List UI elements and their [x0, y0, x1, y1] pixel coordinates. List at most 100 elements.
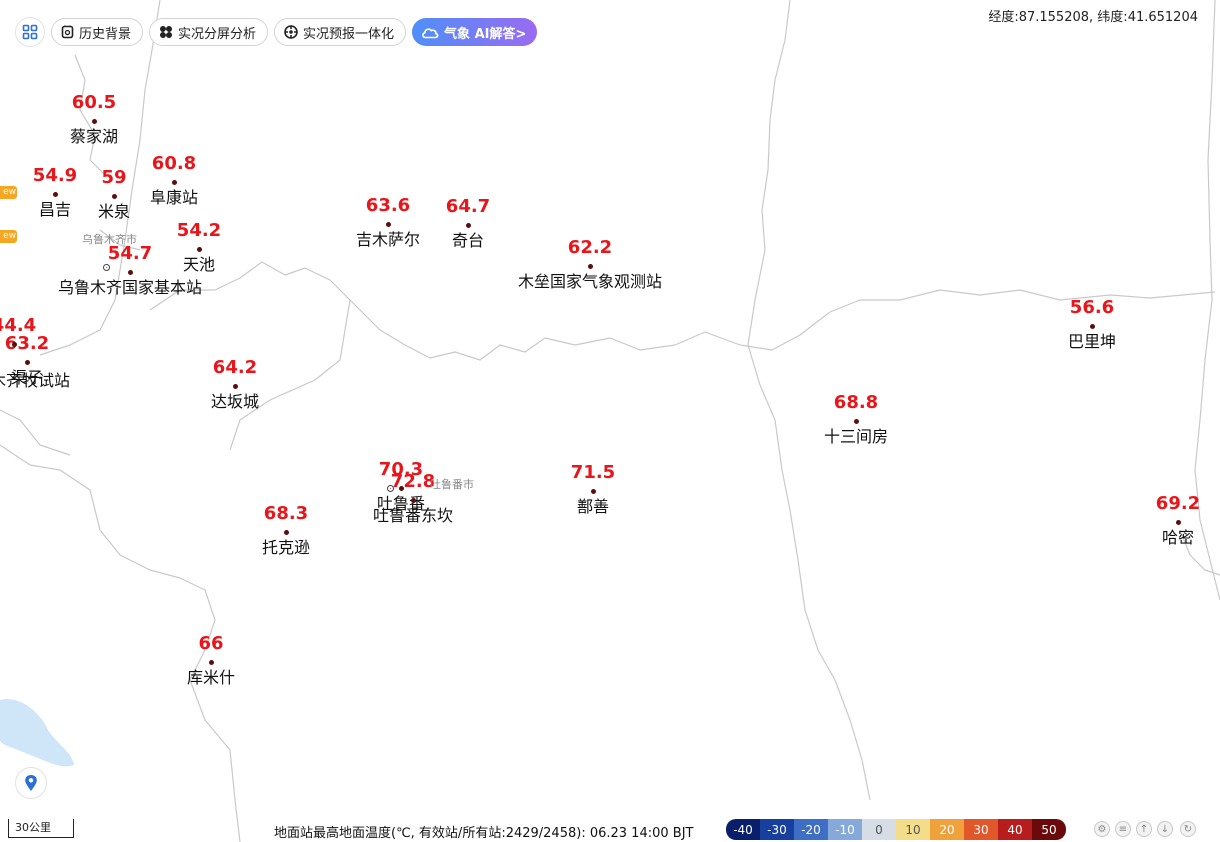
boundary-line [0, 409, 71, 456]
station-name: 木垒国家气象观测站 [517, 272, 663, 291]
station-name: 乌鲁木齐牧试站 [0, 371, 71, 390]
station-value: 63.6 [365, 195, 411, 216]
map-canvas[interactable] [0, 0, 1220, 842]
legend-segment: -40 [726, 819, 760, 840]
settings-icon[interactable]: ⚙ [1094, 821, 1110, 837]
layers-icon[interactable]: ≡ [1115, 821, 1131, 837]
latitude-value: 41.651204 [1127, 10, 1198, 25]
forecast-integration-button[interactable]: 实况预报一体化 [274, 18, 407, 46]
station-value: 54.7 [107, 243, 153, 264]
station-name: 乌鲁木齐国家基本站 [57, 278, 203, 297]
history-background-button[interactable]: 历史背景 [51, 18, 144, 46]
station-dot [283, 529, 289, 535]
station-dot [385, 221, 391, 227]
scale-bar: 30公里 [8, 819, 74, 838]
station-dot [24, 359, 30, 365]
button-label: 气象 AI解答> [444, 26, 527, 42]
station-name: 十三间房 [823, 427, 889, 446]
station-value: 62.2 [567, 237, 613, 258]
station-name: 托克逊 [261, 538, 311, 557]
station-dot [91, 118, 97, 124]
station-value: 72.8 [390, 471, 436, 492]
station-value: 59 [101, 167, 127, 188]
station-name: 吉木萨尔 [355, 230, 421, 249]
station-dot [52, 191, 58, 197]
station-name: 达坂城 [210, 392, 260, 411]
legend-segment: 20 [930, 819, 964, 840]
station-dot [590, 488, 596, 494]
legend-segment: -10 [828, 819, 862, 840]
cloud-icon [422, 27, 439, 38]
station-value: 60.8 [151, 153, 197, 174]
station-value: 68.3 [263, 503, 309, 524]
legend-segment: -30 [760, 819, 794, 840]
legend-segment: -20 [794, 819, 828, 840]
city-marker-icon [387, 485, 394, 492]
city-marker-icon [103, 264, 110, 271]
station-value: 44.4 [0, 315, 37, 336]
station-dot [127, 269, 133, 275]
history-icon [61, 25, 74, 39]
station-dot [208, 659, 214, 665]
city-label-urumqi: 乌鲁木齐市 [82, 233, 137, 246]
longitude-label: 经度: [988, 10, 1019, 25]
refresh-icon[interactable]: ↻ [1180, 821, 1196, 837]
legend-segment: 10 [896, 819, 930, 840]
station-value: 60.5 [71, 92, 117, 113]
station-value: 56.6 [1069, 297, 1115, 318]
station-dot [853, 418, 859, 424]
legend-segment: 0 [862, 819, 896, 840]
location-pin-icon [25, 775, 37, 791]
station-dot [465, 222, 471, 228]
station-value: 64.2 [212, 357, 258, 378]
play-icon[interactable]: ↑ [1136, 821, 1152, 837]
station-dot [232, 383, 238, 389]
lake [0, 699, 74, 767]
station-name: 奇台 [451, 231, 485, 250]
map-caption: 地面站最高地面温度(℃, 有效站/所有站:2429/2458): 06.23 1… [274, 826, 694, 841]
edge-tag[interactable]: ew [0, 230, 17, 243]
station-name: 蔡家湖 [69, 127, 119, 146]
station-value: 69.2 [1155, 493, 1201, 514]
station-value: 64.7 [445, 196, 491, 217]
station-value: 71.5 [570, 462, 616, 483]
boundary-line [149, 261, 1216, 361]
longitude-value: 87.155208 [1018, 10, 1090, 25]
legend-segment: 50 [1032, 819, 1066, 840]
station-dot [111, 193, 117, 199]
download-icon[interactable]: ↓ [1157, 821, 1173, 837]
top-toolbar: 历史背景 实况分屏分析 实况预报一体化 气象 AI解答> [15, 17, 538, 47]
station-value: 66 [198, 633, 224, 654]
station-name: 昌吉 [38, 200, 72, 219]
station-name: 哈密 [1161, 528, 1195, 547]
station-name: 巴里坤 [1067, 332, 1117, 351]
button-label: 历史背景 [79, 26, 132, 42]
station-name: 鄯善 [576, 497, 610, 516]
station-dot [1089, 323, 1095, 329]
station-name: 天池 [182, 255, 216, 274]
edge-tag[interactable]: ew [0, 186, 17, 199]
station-name: 库米什 [186, 668, 236, 687]
station-dot [1175, 519, 1181, 525]
split-screen-analysis-button[interactable]: 实况分屏分析 [149, 18, 269, 46]
locate-button[interactable] [15, 767, 47, 799]
menu-grid-button[interactable] [15, 17, 45, 47]
station-dot [11, 341, 17, 347]
station-dot [410, 497, 416, 503]
temperature-legend: -40 -30 -20 -10 0 10 20 30 40 50 [726, 819, 1066, 840]
station-name: 米泉 [97, 202, 131, 221]
station-name: 阜康站 [149, 188, 199, 207]
boundary-line [74, 54, 106, 176]
station-value: 54.9 [32, 165, 78, 186]
split-screen-icon [160, 26, 173, 38]
ai-answer-button[interactable]: 气象 AI解答> [412, 18, 538, 46]
station-dot [196, 246, 202, 252]
station-dot [587, 263, 593, 269]
grid-icon [22, 24, 38, 40]
integration-icon [284, 25, 298, 39]
station-value: 68.8 [833, 392, 879, 413]
button-label: 实况预报一体化 [303, 26, 395, 42]
button-label: 实况分屏分析 [178, 26, 257, 42]
station-value: 54.2 [176, 220, 222, 241]
station-dot [171, 179, 177, 185]
